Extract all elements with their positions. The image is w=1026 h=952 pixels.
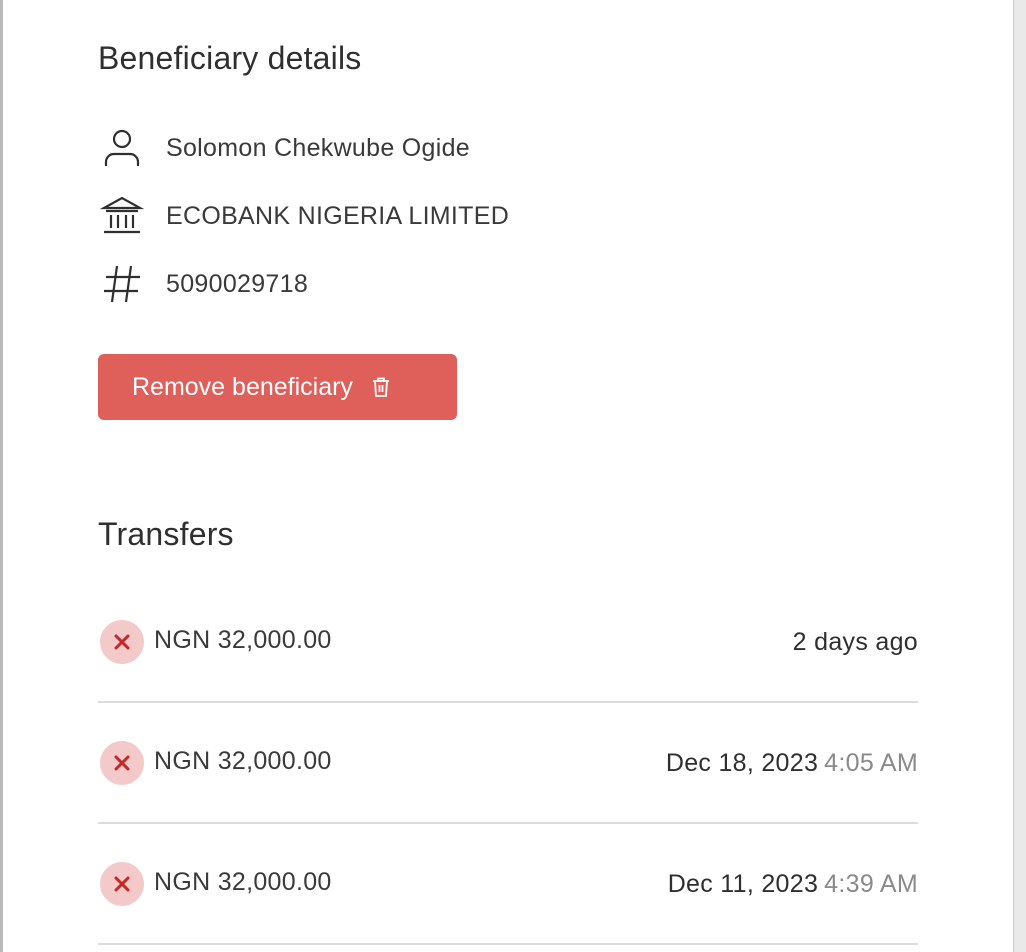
panel-left-edge — [0, 0, 3, 952]
transfer-amount: NGN 32,000.00 — [154, 747, 332, 775]
beneficiary-account-number: 5090029718 — [166, 269, 309, 298]
bank-icon — [98, 192, 146, 240]
hash-icon — [98, 260, 146, 308]
beneficiary-bank: ECOBANK NIGERIA LIMITED — [166, 201, 510, 230]
transfer-date-text: 2 days ago — [792, 628, 918, 656]
transfer-row[interactable]: NGN 32,000.00 2 days ago — [98, 582, 918, 703]
remove-beneficiary-button[interactable]: Remove beneficiary — [98, 354, 457, 420]
transfer-amount: NGN 32,000.00 — [154, 626, 332, 654]
transfer-time: 4:05 AM — [824, 749, 918, 777]
transfer-row[interactable]: NGN 32,000.00 Dec 18, 2023 4:05 AM — [98, 703, 918, 824]
transfer-date: Dec 18, 2023 4:05 AM — [666, 749, 918, 778]
beneficiary-panel: Beneficiary details Solomon Chekwube Ogi… — [0, 0, 1026, 952]
x-icon — [100, 741, 144, 785]
transfer-date-text: Dec 18, 2023 — [665, 749, 819, 777]
transfer-date: Dec 11, 2023 4:39 AM — [668, 870, 918, 899]
x-icon — [100, 620, 144, 664]
remove-beneficiary-label: Remove beneficiary — [132, 372, 353, 401]
beneficiary-name: Solomon Chekwube Ogide — [166, 133, 470, 162]
beneficiary-account-row: 5090029718 — [98, 260, 308, 308]
transfer-row[interactable]: NGN 32,000.00 Dec 11, 2023 4:39 AM — [98, 824, 918, 945]
transfer-date: 2 days ago — [793, 628, 918, 657]
beneficiary-bank-row: ECOBANK NIGERIA LIMITED — [98, 192, 509, 240]
beneficiary-details-heading: Beneficiary details — [98, 40, 362, 76]
transfer-list: NGN 32,000.00 2 days ago NGN 32,000.00 D… — [98, 582, 918, 945]
x-icon — [100, 862, 144, 906]
person-icon — [98, 124, 146, 172]
scrollbar-track[interactable] — [1013, 0, 1026, 952]
transfers-heading: Transfers — [98, 516, 234, 552]
beneficiary-name-row: Solomon Chekwube Ogide — [98, 124, 470, 172]
trash-icon — [371, 376, 391, 398]
transfer-amount: NGN 32,000.00 — [154, 868, 332, 896]
transfer-time: 4:39 AM — [824, 870, 918, 898]
transfer-date-text: Dec 11, 2023 — [667, 870, 819, 898]
